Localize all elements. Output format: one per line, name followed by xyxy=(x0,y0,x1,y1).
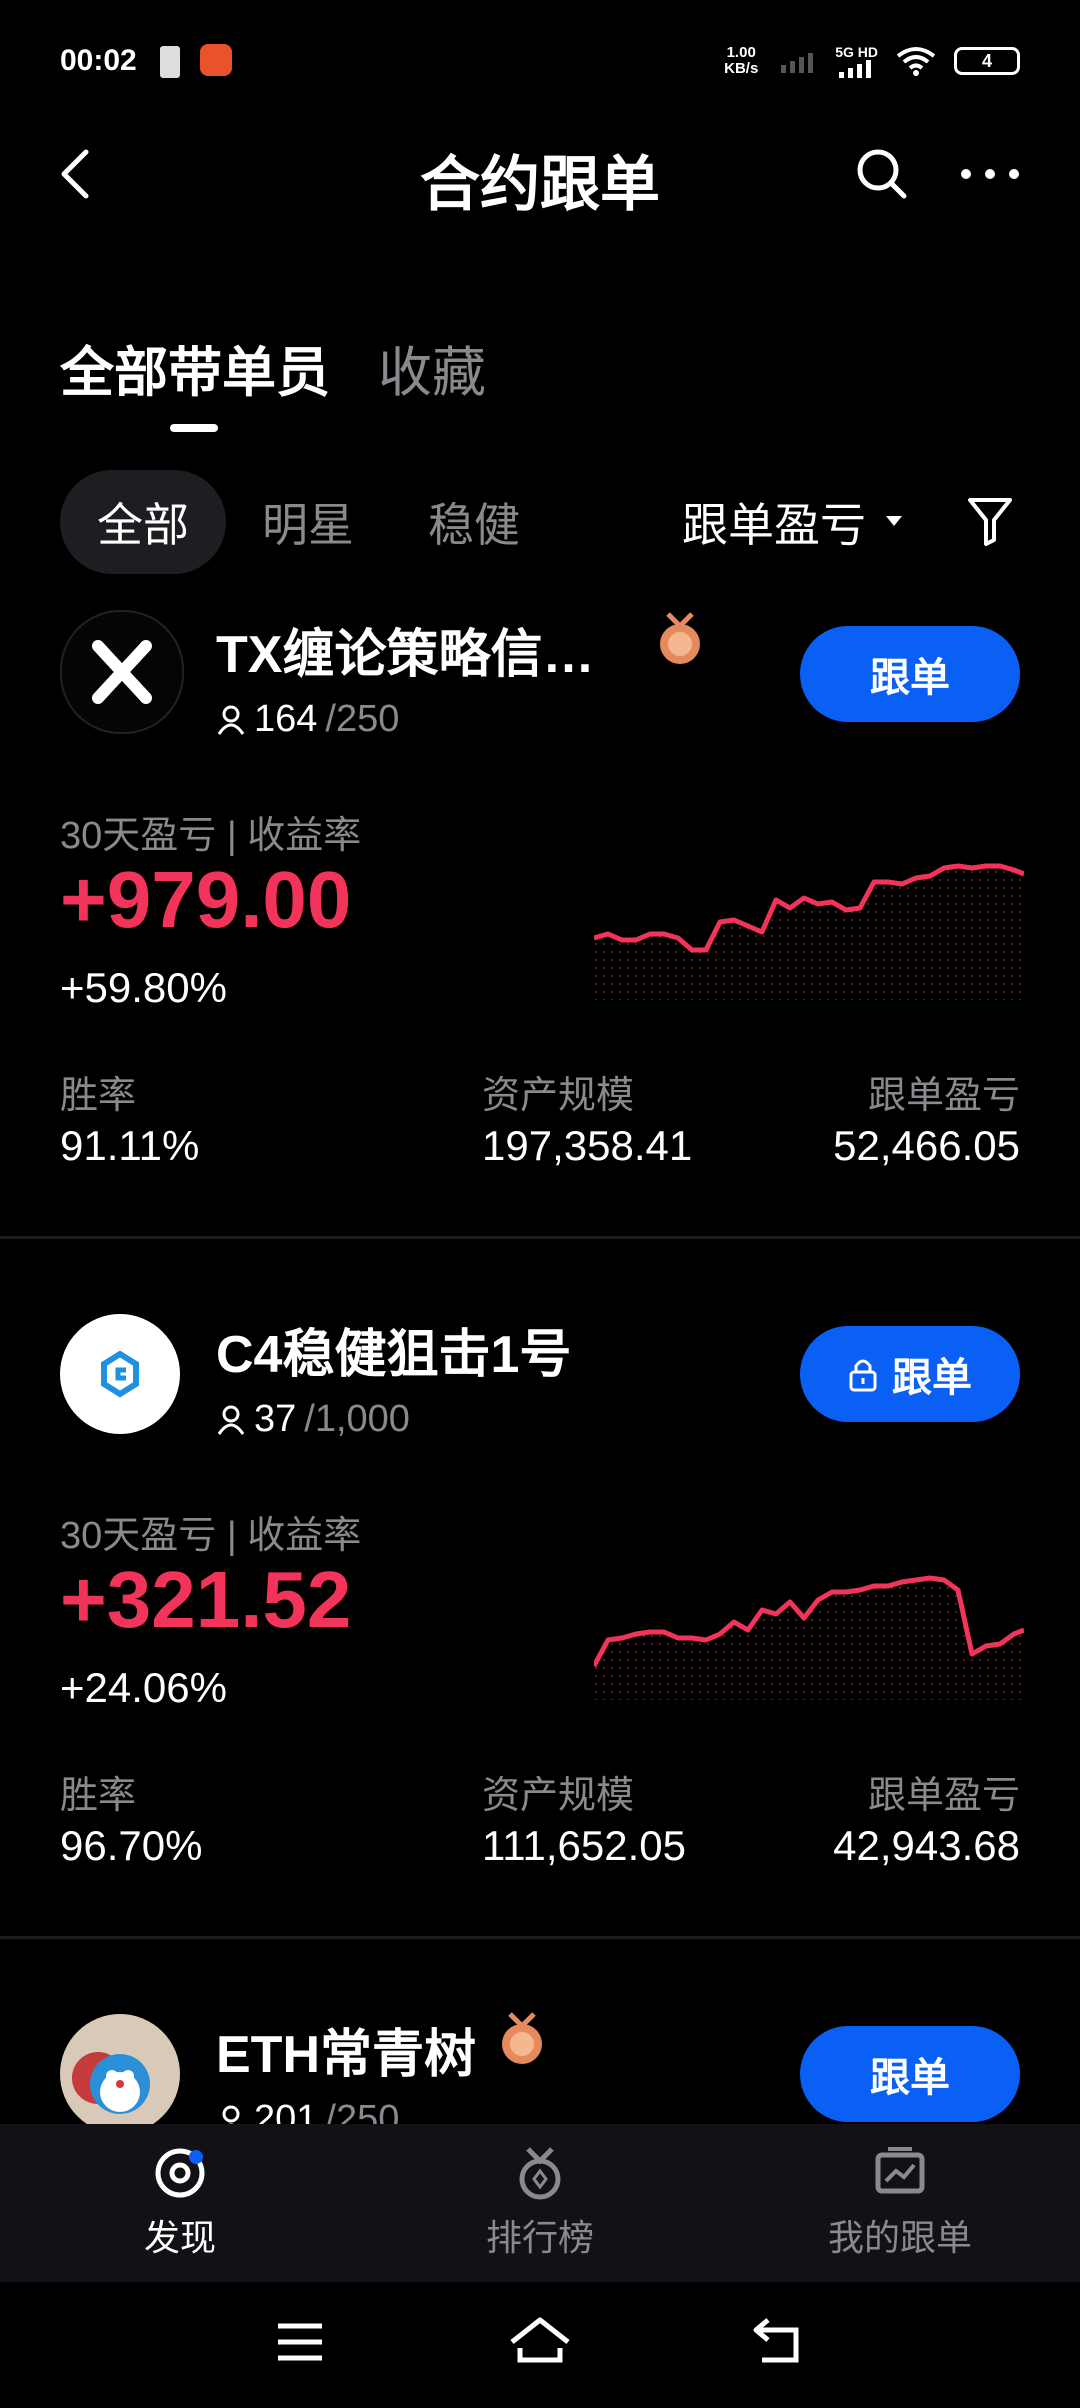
trader-card[interactable]: TX缠论策略信… 164/250 跟单 30天盈亏 | 收益率 +979.00 … xyxy=(0,600,1080,1235)
filter-chip-stable[interactable]: 稳健 xyxy=(428,470,520,574)
c4-logo-icon xyxy=(101,1350,139,1398)
follower-count: 201/250 xyxy=(216,2098,399,2124)
divider xyxy=(0,1936,1080,1939)
page-title: 合约跟单 xyxy=(420,151,660,218)
network-type: 5G HD xyxy=(835,44,878,60)
copy-pnl-label: 跟单盈亏 xyxy=(867,1075,1020,1117)
bottom-nav-my-copy[interactable]: 我的跟单 xyxy=(770,2124,1030,2282)
bronze-medal-icon xyxy=(502,2012,542,2064)
menu-icon[interactable] xyxy=(274,2320,326,2364)
win-rate-label: 胜率 xyxy=(60,1075,137,1117)
aum-label: 资产规模 xyxy=(482,1775,635,1817)
pnl-label: 30天盈亏 | 收益率 xyxy=(60,815,362,857)
follow-button[interactable]: 跟单 xyxy=(800,2026,1020,2122)
bronze-medal-icon xyxy=(660,612,700,664)
copy-pnl-value: 42,943.68 xyxy=(833,1822,1020,1869)
signal-strong-icon xyxy=(838,60,871,78)
win-rate-value: 91.11% xyxy=(60,1122,200,1169)
bottom-nav-ranking[interactable]: 排行榜 xyxy=(410,2124,670,2282)
aum-value: 197,358.41 xyxy=(482,1122,693,1169)
pnl-label: 30天盈亏 | 收益率 xyxy=(60,1515,362,1557)
status-bar: 00:02 1.00 KB/s 5G HD 4 xyxy=(0,0,1080,120)
battery-icon: 4 xyxy=(954,47,1020,75)
doraemon-avatar-icon xyxy=(72,2052,150,2114)
tab-all-traders[interactable]: 全部带单员 xyxy=(60,328,330,407)
follower-count: 37/1,000 xyxy=(216,1398,410,1441)
system-nav-bar xyxy=(0,2282,1080,2408)
x-logo-icon xyxy=(92,640,152,704)
aum-label: 资产规模 xyxy=(482,1075,635,1117)
trader-card[interactable]: ETH常青树 201/250 跟单 xyxy=(0,2000,1080,2124)
filter-icon[interactable] xyxy=(966,496,1014,548)
trader-name: C4稳健狙击1号 xyxy=(216,1326,572,1384)
follow-button[interactable]: 跟单 xyxy=(800,626,1020,722)
trader-name: TX缠论策略信… xyxy=(216,626,595,684)
bottom-nav: 发现 排行榜 我的跟单 xyxy=(0,2124,1080,2282)
wifi-icon xyxy=(896,47,936,76)
search-icon[interactable] xyxy=(854,146,910,202)
win-rate-value: 96.70% xyxy=(60,1822,203,1869)
back-system-icon[interactable] xyxy=(752,2316,808,2364)
discover-icon xyxy=(155,2148,205,2198)
person-icon xyxy=(217,1405,245,1435)
follower-count: 164/250 xyxy=(216,698,399,741)
copy-pnl-value: 52,466.05 xyxy=(833,1122,1020,1169)
pnl-sparkline xyxy=(594,863,1024,1000)
status-time: 00:02 xyxy=(60,44,137,77)
person-icon xyxy=(222,2105,240,2124)
follow-button[interactable]: 跟单 xyxy=(800,1326,1020,1422)
caret-down-icon xyxy=(886,516,902,526)
chart-icon xyxy=(875,2147,925,2194)
trader-avatar xyxy=(60,1314,180,1434)
trader-avatar xyxy=(60,2014,180,2124)
win-rate-label: 胜率 xyxy=(60,1775,137,1817)
lock-icon xyxy=(849,1359,877,1392)
status-right: 1.00 KB/s 5G HD 4 xyxy=(719,44,1020,78)
filter-chip-star[interactable]: 明星 xyxy=(262,470,354,574)
trader-name: ETH常青树 xyxy=(216,2026,477,2084)
trader-card[interactable]: C4稳健狙击1号 37/1,000 跟单 30天盈亏 | 收益率 +321.52… xyxy=(0,1300,1080,1935)
pnl-value: +979.00 xyxy=(60,855,352,944)
app-notification-icon xyxy=(200,44,232,76)
copy-pnl-label: 跟单盈亏 xyxy=(867,1775,1020,1817)
sort-label: 跟单盈亏 xyxy=(682,499,866,551)
filter-chip-all[interactable]: 全部 xyxy=(60,470,226,574)
signal-icon xyxy=(781,53,814,73)
roi-value: +59.80% xyxy=(60,964,227,1011)
net-speed: 1.00 KB/s xyxy=(724,44,759,77)
more-icon[interactable] xyxy=(958,146,1022,202)
tab-indicator xyxy=(170,424,218,432)
pnl-value: +321.52 xyxy=(60,1555,352,1644)
divider xyxy=(0,1236,1080,1239)
bottom-nav-discover[interactable]: 发现 xyxy=(50,2124,310,2282)
sort-dropdown[interactable]: 跟单盈亏 xyxy=(682,470,914,574)
medal-icon xyxy=(519,2147,561,2200)
roi-value: +24.06% xyxy=(60,1664,227,1711)
battery-saver-icon xyxy=(160,46,180,78)
person-icon xyxy=(217,705,245,735)
home-icon[interactable] xyxy=(508,2314,572,2366)
pnl-sparkline xyxy=(594,1575,1024,1700)
trader-avatar xyxy=(60,610,184,734)
tab-favorites[interactable]: 收藏 xyxy=(378,328,486,407)
aum-value: 111,652.05 xyxy=(482,1822,686,1869)
